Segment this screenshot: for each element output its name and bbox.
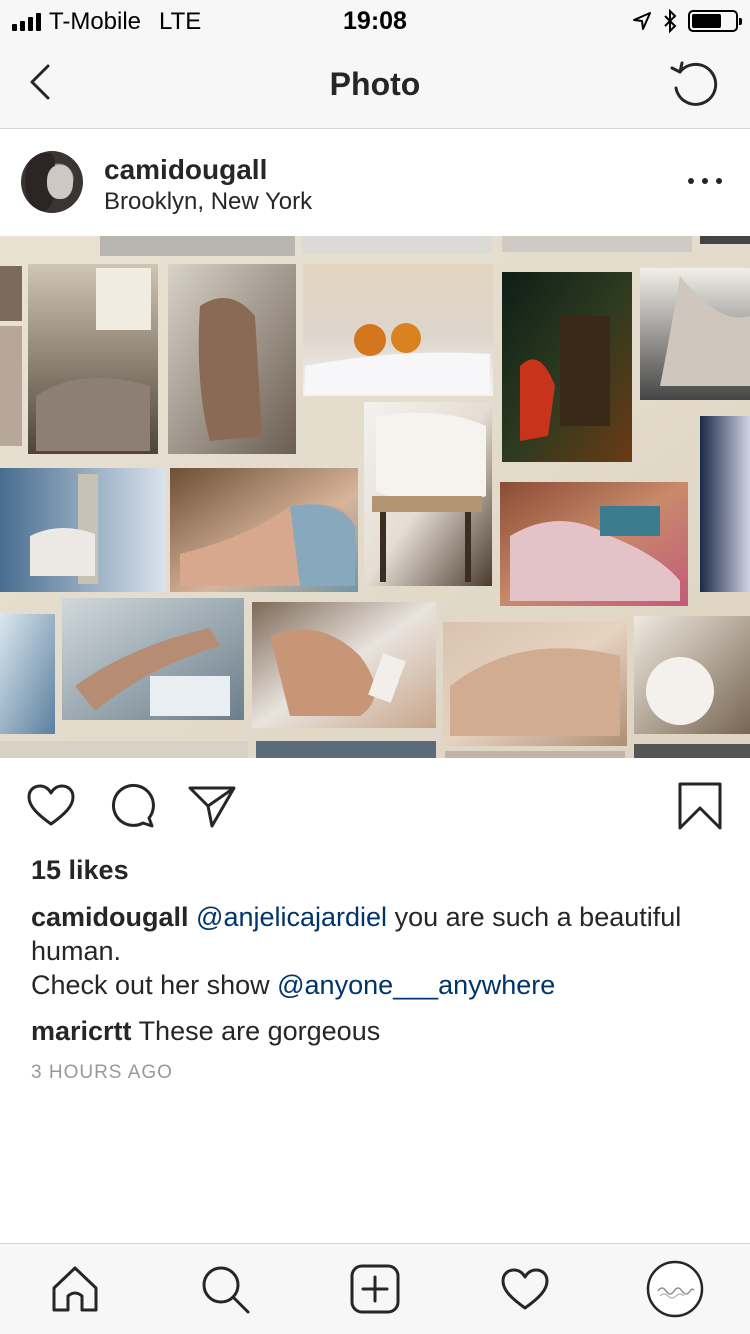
battery-icon (688, 10, 742, 32)
post-header: camidougall Brooklyn, New York (0, 130, 750, 236)
caption-text-2: Check out her show (31, 970, 278, 1000)
avatar[interactable] (21, 151, 83, 213)
post-location[interactable]: Brooklyn, New York (104, 188, 312, 216)
more-options-button[interactable] (688, 170, 722, 192)
comment-text: These are gorgeous (138, 1016, 381, 1046)
comment-item: maricrtt These are gorgeous (31, 1014, 731, 1048)
activity-icon[interactable] (498, 1262, 552, 1316)
caption-mention-anjelicajardiel[interactable]: @anjelicajardiel (196, 902, 387, 932)
refresh-button[interactable] (668, 58, 720, 110)
post-caption: camidougall @anjelicajardiel you are suc… (31, 900, 731, 968)
caption-mention-anyone-anywhere[interactable]: @anyone___anywhere (277, 970, 555, 1000)
comment-author[interactable]: maricrtt (31, 1016, 132, 1046)
photo-collage-image (0, 236, 750, 758)
send-icon[interactable] (186, 780, 238, 832)
comment-icon[interactable] (106, 780, 158, 832)
bookmark-icon[interactable] (674, 780, 726, 832)
page-title: Photo (329, 66, 421, 102)
status-bar: T-Mobile LTE 19:08 (0, 0, 750, 40)
post-action-bar (0, 758, 750, 854)
navigation-bar: Photo (0, 40, 750, 129)
battery-level (692, 14, 721, 28)
location-arrow-icon (633, 12, 651, 30)
add-post-icon[interactable] (348, 1262, 402, 1316)
bluetooth-icon (664, 9, 677, 33)
search-icon[interactable] (198, 1262, 252, 1316)
post-timestamp: 3 HOURS AGO (31, 1062, 173, 1083)
home-icon[interactable] (48, 1262, 102, 1316)
post-image[interactable] (0, 236, 750, 758)
heart-icon[interactable] (25, 780, 77, 832)
caption-line-2: Check out her show @anyone___anywhere (31, 968, 731, 1002)
post-username[interactable]: camidougall (104, 154, 267, 186)
bottom-tab-bar (0, 1243, 750, 1334)
profile-icon[interactable] (646, 1260, 704, 1318)
caption-author[interactable]: camidougall (31, 902, 189, 932)
likes-count[interactable]: 15 likes (31, 855, 129, 886)
status-right (632, 9, 742, 33)
